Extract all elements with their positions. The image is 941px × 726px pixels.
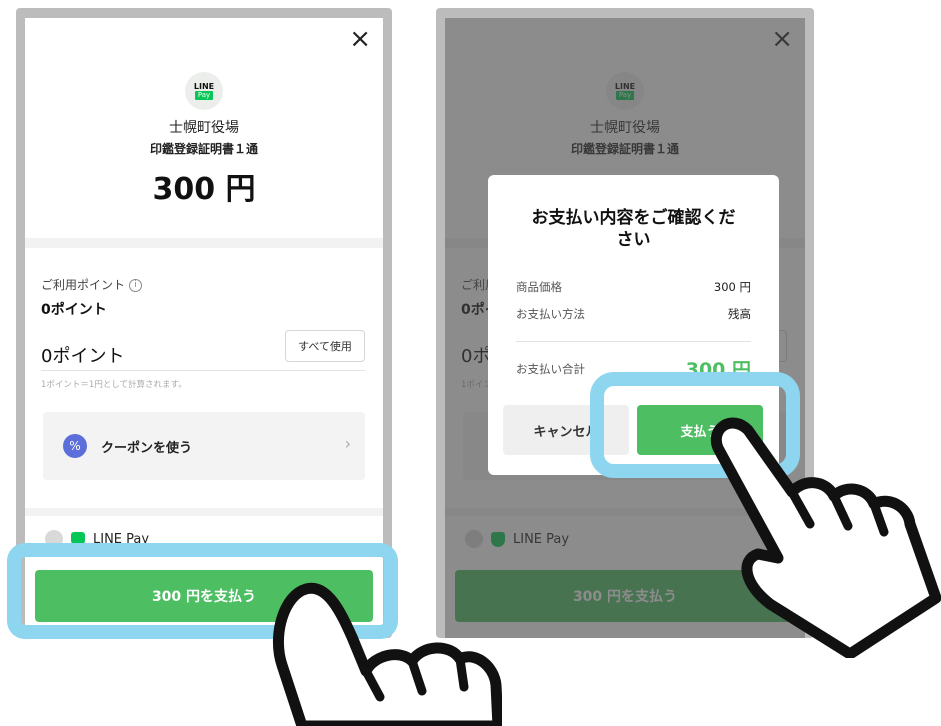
section-divider-2 (25, 508, 383, 516)
info-icon[interactable]: i (129, 279, 143, 292)
dialog-row-price: 商品価格 300 円 (516, 279, 751, 295)
chevron-right-icon: › (344, 434, 351, 453)
coupon-button[interactable]: % クーポンを使う › (43, 412, 365, 480)
close-icon[interactable]: × (349, 26, 371, 52)
row-label: お支払い方法 (516, 307, 585, 321)
logo-pay-text: Pay (194, 91, 214, 100)
payment-amount: 300 円 (152, 172, 256, 207)
points-note: 1ポイント＝1円として計算されます。 (41, 380, 187, 390)
merchant-name: 士幌町役場 (169, 120, 239, 136)
tutorial-stage: × LINE Pay 士幌町役場 印鑑登録証明書１通 300 円 ご利用ポイント… (0, 0, 941, 726)
points-section-label: ご利用ポイント i (41, 276, 143, 293)
row-value: 300 円 (713, 280, 751, 294)
total-label: お支払い合計 (516, 361, 585, 376)
points-label-text: ご利用ポイント (41, 278, 126, 292)
dialog-row-method: お支払い方法 残高 (516, 306, 751, 322)
available-points: 0ポイント (41, 302, 107, 318)
pointing-hand-icon (710, 417, 941, 658)
row-value: 残高 (728, 307, 751, 321)
coupon-icon: % (63, 434, 87, 458)
row-label: 商品価格 (516, 280, 562, 294)
dialog-divider (516, 341, 751, 342)
use-all-points-button[interactable]: すべて使用 (285, 330, 365, 362)
pointing-hand-icon (273, 582, 502, 726)
section-divider (25, 238, 383, 248)
dialog-title: お支払い内容をご確認ください (531, 208, 736, 250)
input-underline (41, 370, 365, 371)
line-pay-logo: LINE Pay (185, 72, 223, 110)
coupon-label: クーポンを使う (101, 441, 193, 456)
logo-line-text: LINE (193, 82, 215, 91)
item-name: 印鑑登録証明書１通 (149, 142, 258, 156)
points-input[interactable]: 0ポイント (41, 342, 124, 368)
